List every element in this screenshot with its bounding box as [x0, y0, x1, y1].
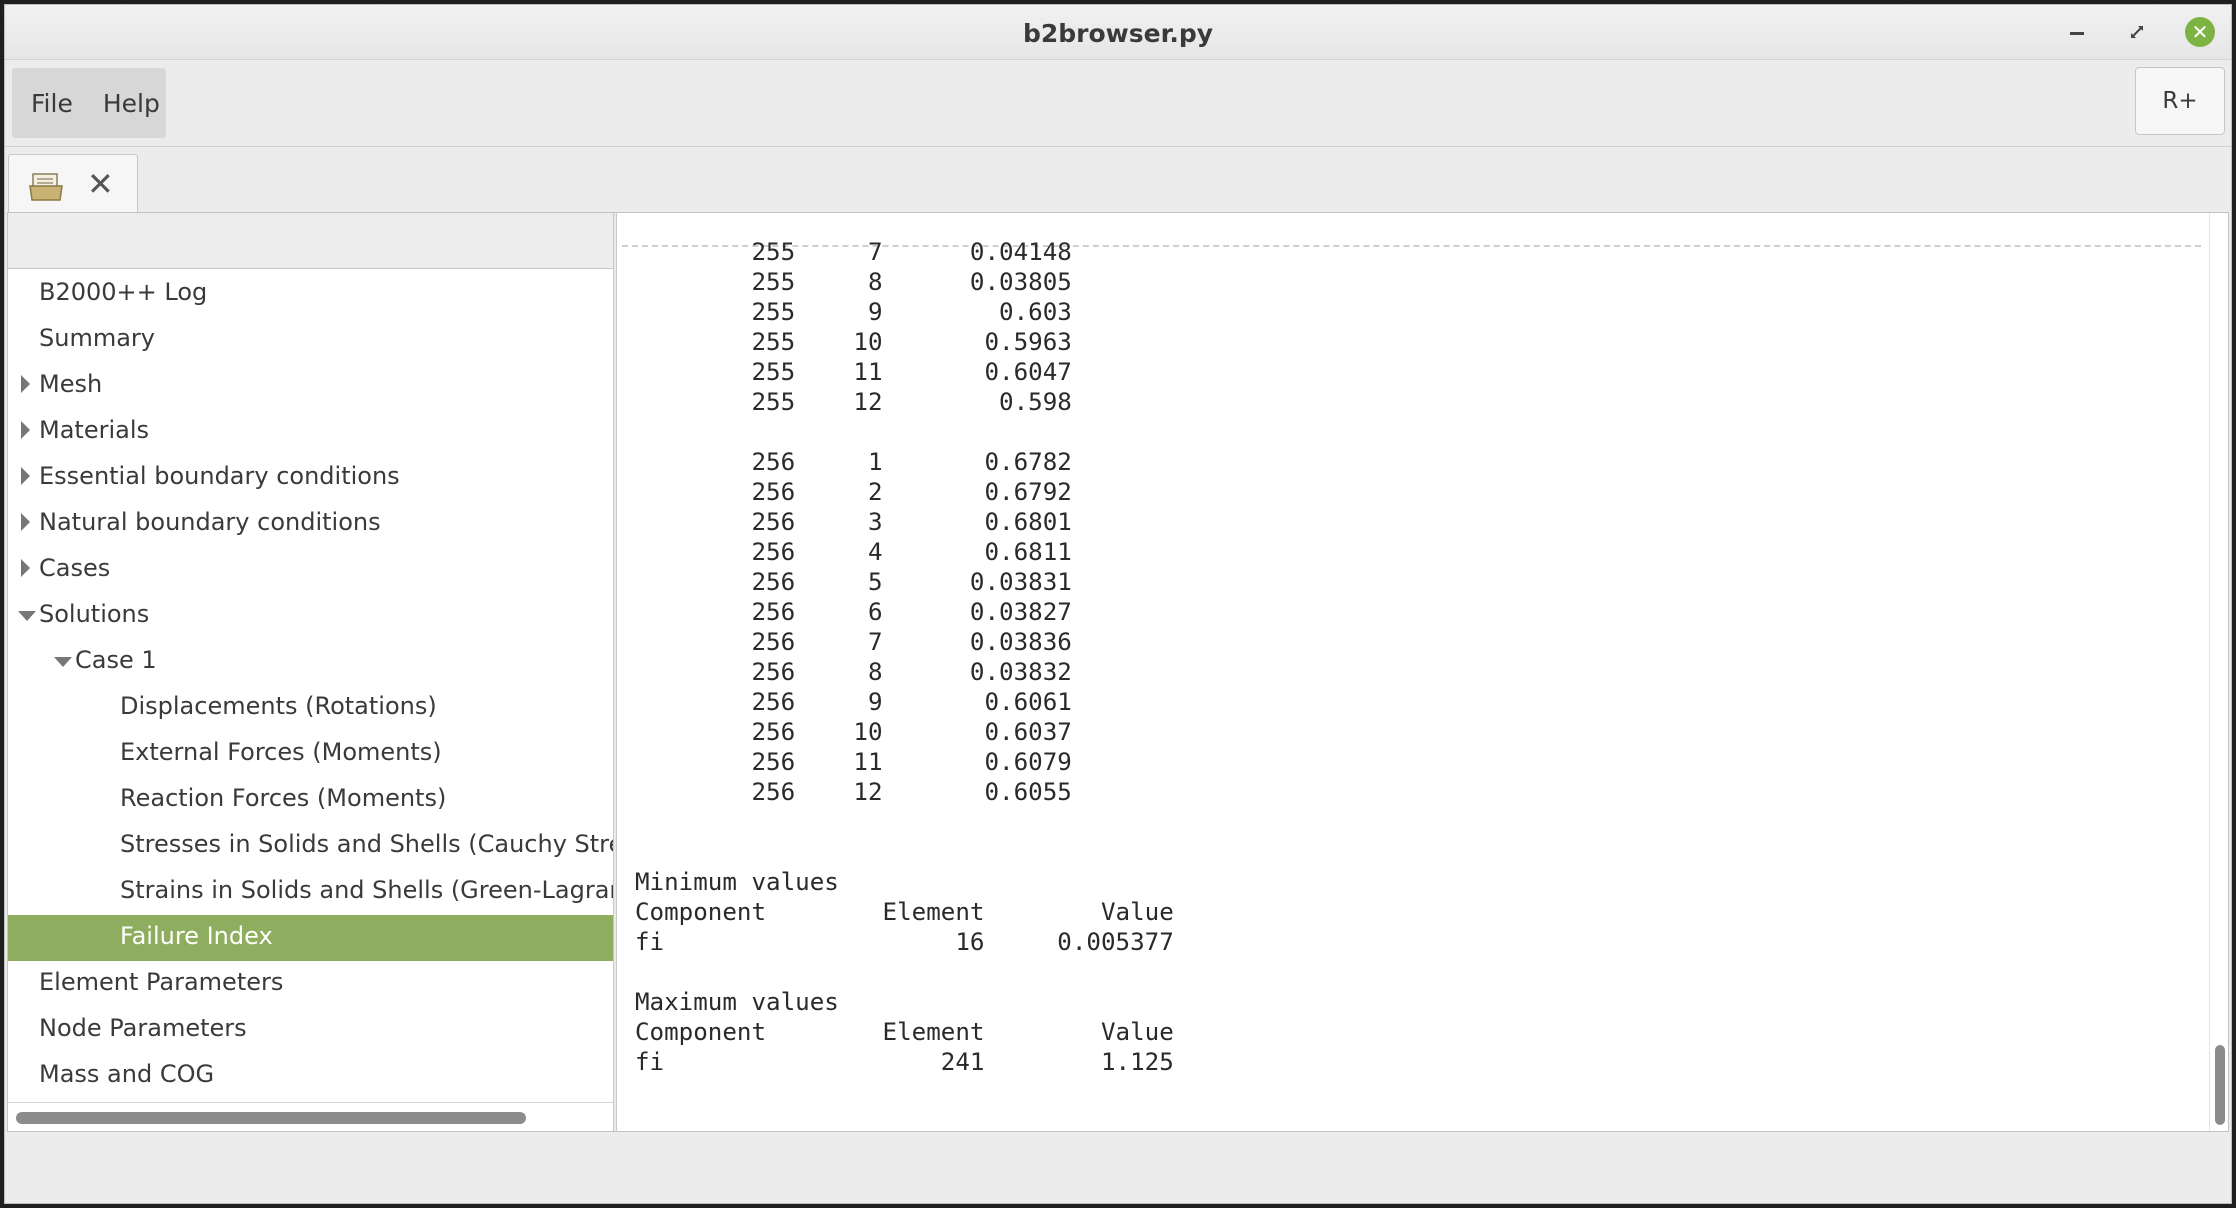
tree-item-label: Essential boundary conditions — [39, 462, 400, 490]
tree-item-label: Strains in Solids and Shells (Green-Lagr… — [120, 876, 613, 904]
tree-item-label: Materials — [39, 416, 150, 444]
tree-item-label: External Forces (Moments) — [120, 738, 442, 766]
maximize-icon — [2131, 26, 2143, 38]
navigation-tree-pane: B2000++ Log Summary Mesh Materials Essential… — [8, 213, 613, 1131]
menu-help[interactable]: Help — [85, 89, 172, 118]
tree-item[interactable]: Element Parameters — [8, 961, 613, 1007]
menu-group: File Help — [12, 68, 166, 138]
tree-item-label: Natural boundary conditions — [39, 508, 381, 536]
tree-item[interactable]: Materials — [8, 409, 613, 455]
vertical-scrollbar[interactable] — [2209, 213, 2228, 1131]
tree-item[interactable]: Reaction Forces (Moments) — [8, 777, 613, 823]
log-pane: 255 7 0.04148 255 8 0.03805 255 9 0.603 … — [617, 213, 2228, 1131]
tree-item-label: Mesh — [39, 370, 103, 398]
tree-item-label: Summary — [39, 324, 155, 352]
tree-item[interactable]: Summary — [8, 317, 613, 363]
menu-file[interactable]: File — [12, 89, 85, 118]
vertical-scrollbar-thumb[interactable] — [2215, 1045, 2225, 1125]
collapsed-arrow-icon[interactable] — [21, 421, 30, 439]
status-bar — [5, 1133, 2231, 1203]
tree-item[interactable]: Failure Index — [8, 915, 613, 961]
menu-bar: File Help R+ — [5, 61, 2231, 147]
tree-item-label: Node Parameters — [39, 1014, 247, 1042]
tree-item[interactable]: Case 1 — [8, 639, 613, 685]
tree-item[interactable]: Solutions — [8, 593, 613, 639]
tree-item[interactable]: Mesh — [8, 363, 613, 409]
tree-item[interactable]: Mass and COG — [8, 1053, 613, 1099]
app-window: b2browser.py ✕ File Help R+ ✕ B2000++ Lo… — [4, 4, 2232, 1204]
tree-item[interactable]: Essential boundary conditions — [8, 455, 613, 501]
tree-item[interactable]: Stresses in Solids and Shells (Cauchy St… — [8, 823, 613, 869]
horizontal-scrollbar[interactable] — [8, 1102, 613, 1131]
tree-item-label: Case 1 — [75, 646, 157, 674]
tab-strip: ✕ — [5, 148, 2231, 212]
tree-item[interactable]: B2000++ Log — [8, 271, 613, 317]
maximize-button[interactable] — [2120, 15, 2154, 49]
tree-item[interactable]: Strains in Solids and Shells (Green-Lagr… — [8, 869, 613, 915]
tree-item-label: Element Parameters — [39, 968, 284, 996]
collapsed-arrow-icon[interactable] — [21, 513, 30, 531]
tree-item-label: Mass and COG — [39, 1060, 215, 1088]
tab-file[interactable]: ✕ — [8, 154, 138, 212]
collapsed-arrow-icon[interactable] — [21, 559, 30, 577]
tree-item[interactable]: Displacements (Rotations) — [8, 685, 613, 731]
tree-item-label: Reaction Forces (Moments) — [120, 784, 447, 812]
tree-item-label: Stresses in Solids and Shells (Cauchy St… — [120, 830, 613, 858]
horizontal-scrollbar-thumb[interactable] — [16, 1112, 526, 1124]
log-text: 255 7 0.04148 255 8 0.03805 255 9 0.603 … — [635, 238, 1174, 1076]
close-icon: ✕ — [2185, 17, 2215, 47]
close-tab-icon[interactable]: ✕ — [87, 165, 114, 203]
expanded-arrow-icon[interactable] — [18, 611, 36, 621]
tree-item-label: Solutions — [39, 600, 150, 628]
folder-icon[interactable] — [29, 172, 63, 206]
main-content: B2000++ Log Summary Mesh Materials Essential… — [7, 212, 2229, 1132]
tree-item[interactable]: Natural boundary conditions — [8, 501, 613, 547]
tree-header[interactable] — [8, 213, 613, 269]
log-text-view[interactable]: 255 7 0.04148 255 8 0.03805 255 9 0.603 … — [617, 213, 2209, 1131]
collapsed-arrow-icon[interactable] — [21, 375, 30, 393]
tree-item-label: Displacements (Rotations) — [120, 692, 437, 720]
close-window-button[interactable]: ✕ — [2183, 15, 2217, 49]
minimize-icon — [2070, 31, 2084, 35]
window-title: b2browser.py — [1022, 19, 1214, 48]
tree-item[interactable]: Cases — [8, 547, 613, 593]
collapsed-arrow-icon[interactable] — [21, 467, 30, 485]
minimize-button[interactable] — [2060, 15, 2094, 49]
r-plus-button[interactable]: R+ — [2135, 67, 2225, 135]
tree-item[interactable]: External Forces (Moments) — [8, 731, 613, 777]
tree-item-label: Failure Index — [120, 922, 273, 950]
tree-item-label: Cases — [39, 554, 111, 582]
title-bar[interactable]: b2browser.py ✕ — [5, 5, 2231, 60]
tree-item[interactable]: Node Parameters — [8, 1007, 613, 1053]
tree-item-label: B2000++ Log — [39, 278, 208, 306]
expanded-arrow-icon[interactable] — [54, 657, 72, 667]
